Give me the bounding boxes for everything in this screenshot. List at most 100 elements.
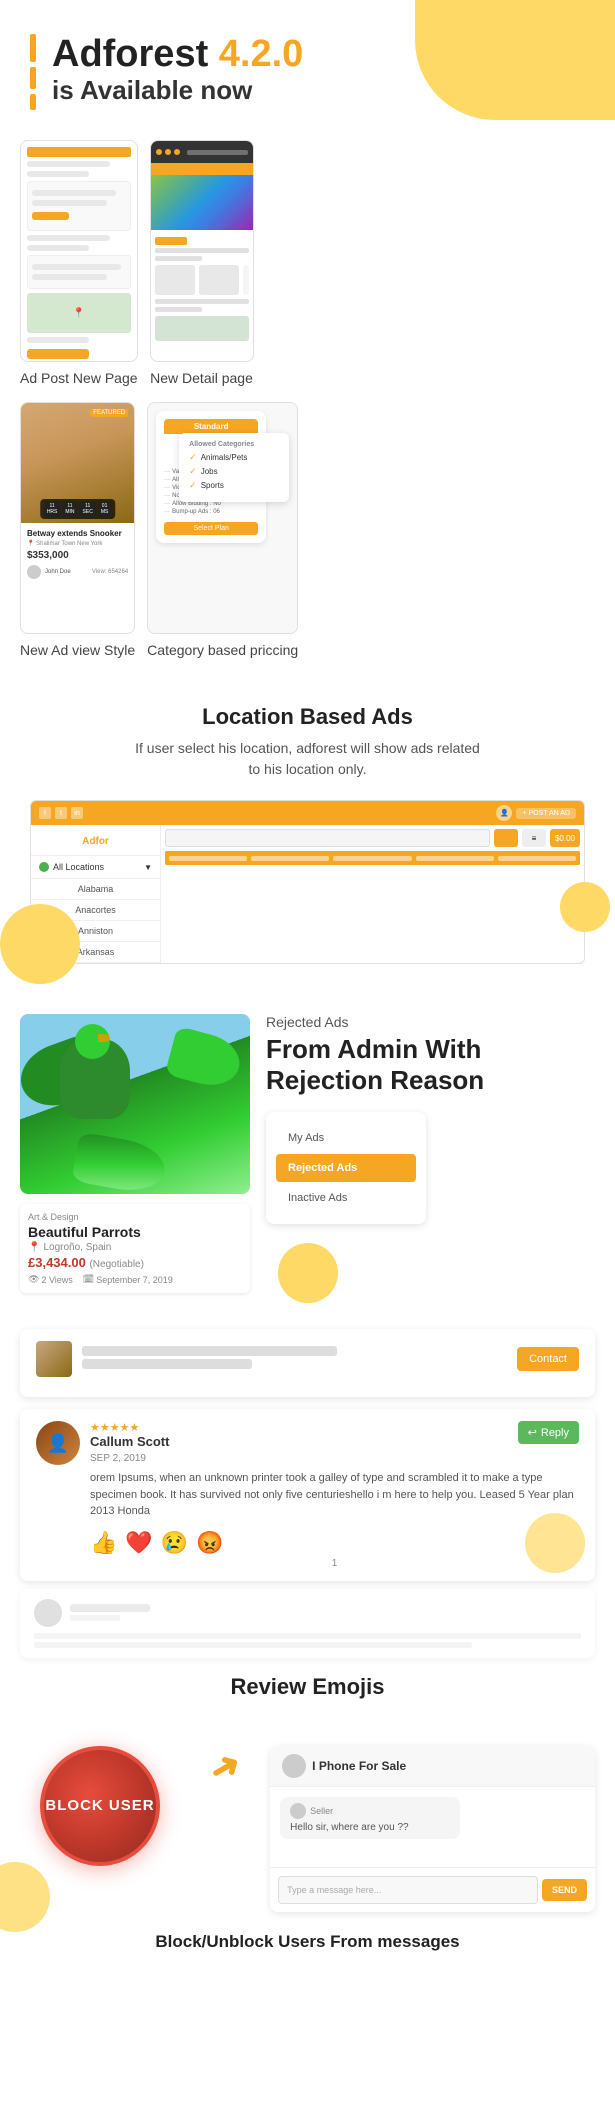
decoration-blob-bottom [278,1243,338,1303]
review-emojis-title: Review Emojis [20,1674,595,1700]
ad-post-screenshot: 📍 [20,140,138,362]
parrot-image [20,1014,250,1194]
mock-map: 📍 [27,293,131,333]
reviewer-avatar-1 [36,1341,72,1377]
nav-item [498,856,576,861]
reply-button[interactable]: ↩ Reply [518,1421,579,1444]
arrow-icon: ➜ [202,1741,249,1792]
comment-block: 👤 ★★★★★ Callum Scott ↩ Reply SEP 2, 2019… [20,1409,595,1581]
reviewer-name-blurred [82,1346,507,1372]
emoji-count: 1 [90,1558,579,1569]
mock-form-field [32,264,121,270]
message-bubble: Seller Hello sir, where are you ?? [280,1797,460,1839]
emoji-sad[interactable]: 😢 [161,1530,188,1556]
mock-form-field [27,235,110,241]
globe-icon [39,862,49,872]
block-user-button[interactable]: BLOCK USER [40,1746,160,1866]
pricing-screenshot-wrapper: Standard $ 1.99 s Validity : 35 Days All… [147,402,298,674]
comment-body: ★★★★★ Callum Scott ↩ Reply SEP 2, 2019 o… [90,1421,579,1569]
parrot-ad-card: Art & Design Beautiful Parrots 📍 Logroño… [20,1204,250,1293]
reply-icon: ↩ [528,1426,537,1439]
decoration-blob-left [0,904,80,984]
location-mock-nav: f t in 👤 + POST AN AD [31,801,584,825]
currency-badge: $0.00 [550,829,580,847]
pricing-mock: Standard $ 1.99 s Validity : 35 Days All… [148,403,297,633]
ad-price: $353,000 [27,550,128,561]
cat-name: Jobs [201,467,218,476]
name-blur-2 [82,1359,252,1369]
cat-jobs: ✓ Jobs [189,466,279,477]
check-icon: ✓ [189,480,197,491]
mock-form-field [27,171,89,177]
pricing-row-6: Bump-up Ads : 06 [164,509,258,515]
tab-my-ads[interactable]: My Ads [276,1124,416,1152]
header-subtitle: is Available now [52,75,303,106]
select-plan-button[interactable]: Select Plan [164,522,258,535]
app-name: Adforest [52,33,208,75]
check-icon: ✓ [189,466,197,477]
rejected-title: From Admin With Rejection Reason [266,1034,595,1096]
cat-animals: ✓ Animals/Pets [189,452,279,463]
emoji-reactions: 👍 ❤️ 😢 😡 [90,1530,579,1556]
header-bg-decoration [415,0,615,120]
view-count: View: 654264 [92,569,128,575]
ad-info: Betway extends Snooker 📍 Shalimar Town N… [21,523,134,585]
content-blur-1 [34,1633,581,1639]
comment-text: orem Ipsums, when an unknown printer too… [90,1470,579,1520]
location-item-alabama[interactable]: Alabama [31,879,160,900]
contact-button[interactable]: Contact [517,1347,579,1371]
comment-date: SEP 2, 2019 [90,1453,579,1464]
user-avatar [27,565,41,579]
content-blur-2 [34,1642,472,1648]
ad-post-label: Ad Post New Page [20,362,138,402]
mock-row [155,299,249,304]
view-count: 2 Views [41,1275,72,1285]
rejected-right-col: Rejected Ads From Admin With Rejection R… [266,1014,595,1224]
review-card-1: Contact [20,1329,595,1397]
emoji-heart[interactable]: ❤️ [125,1530,152,1556]
search-button[interactable] [494,829,518,847]
location-dropdown[interactable]: All Locations ▼ [31,856,160,879]
location-title: Location Based Ads [20,704,595,730]
ad-view-screenshot-wrapper: FEATURED 11HRS 11MIN 11SEC 01MS Betway e… [20,402,135,674]
countdown-timer: 11HRS 11MIN 11SEC 01MS [40,499,116,519]
send-button[interactable]: SEND [542,1879,587,1901]
ad-price: £3,434.00 (Negotiable) [28,1255,242,1270]
message-input[interactable]: Type a message here... [278,1876,538,1904]
tab-rejected-ads[interactable]: Rejected Ads [276,1154,416,1182]
mock-btn [32,212,69,220]
name-blur-4 [70,1615,120,1621]
location-mock-body: Adfor All Locations ▼ Alabama Anacortes … [31,825,584,963]
logo-text: Adfor [82,836,109,847]
user-name: John Doe [45,569,71,575]
location-name: Logroño, Spain [43,1242,111,1253]
emoji-angry[interactable]: 😡 [196,1530,223,1556]
review-section: Contact 👤 ★★★★★ Callum Scott ↩ Reply SEP… [0,1313,615,1726]
message-text: Hello sir, where are you ?? [290,1822,408,1833]
emoji-thumbsup[interactable]: 👍 [90,1530,117,1556]
mock-row [155,307,202,312]
user-icon: 👤 [496,805,512,821]
nav-item [169,856,247,861]
mock-form-field [27,337,89,343]
message-title: I Phone For Sale [312,1759,406,1773]
filter-icon[interactable]: ≡ [522,829,546,847]
check-icon: ✓ [189,452,197,463]
location-mock-container: f t in 👤 + POST AN AD Adfor All Location… [20,800,595,964]
screenshots-row-1: 📍 Ad Post New Page [0,130,615,402]
star-rating: ★★★★★ [90,1421,169,1434]
title-line2: Rejection Reason [266,1065,595,1096]
ad-title: Beautiful Parrots [28,1224,242,1240]
post-ad-btn[interactable]: + POST AN AD [516,808,576,819]
rejected-left-col: Art & Design Beautiful Parrots 📍 Logroño… [20,1014,250,1293]
block-layout: BLOCK USER ➜ I Phone For Sale Seller Hel… [20,1746,595,1912]
header-text: Adforest 4.2.0 is Available now [52,34,303,107]
brand-bars [30,34,36,110]
ad-user-row: John Doe View: 654264 [27,565,128,579]
search-input[interactable] [165,829,490,847]
bubble-header: Seller [290,1803,450,1819]
mock-form-section [27,255,131,289]
mock-form-field [27,245,89,251]
tab-inactive-ads[interactable]: Inactive Ads [276,1184,416,1212]
nav-item [416,856,494,861]
